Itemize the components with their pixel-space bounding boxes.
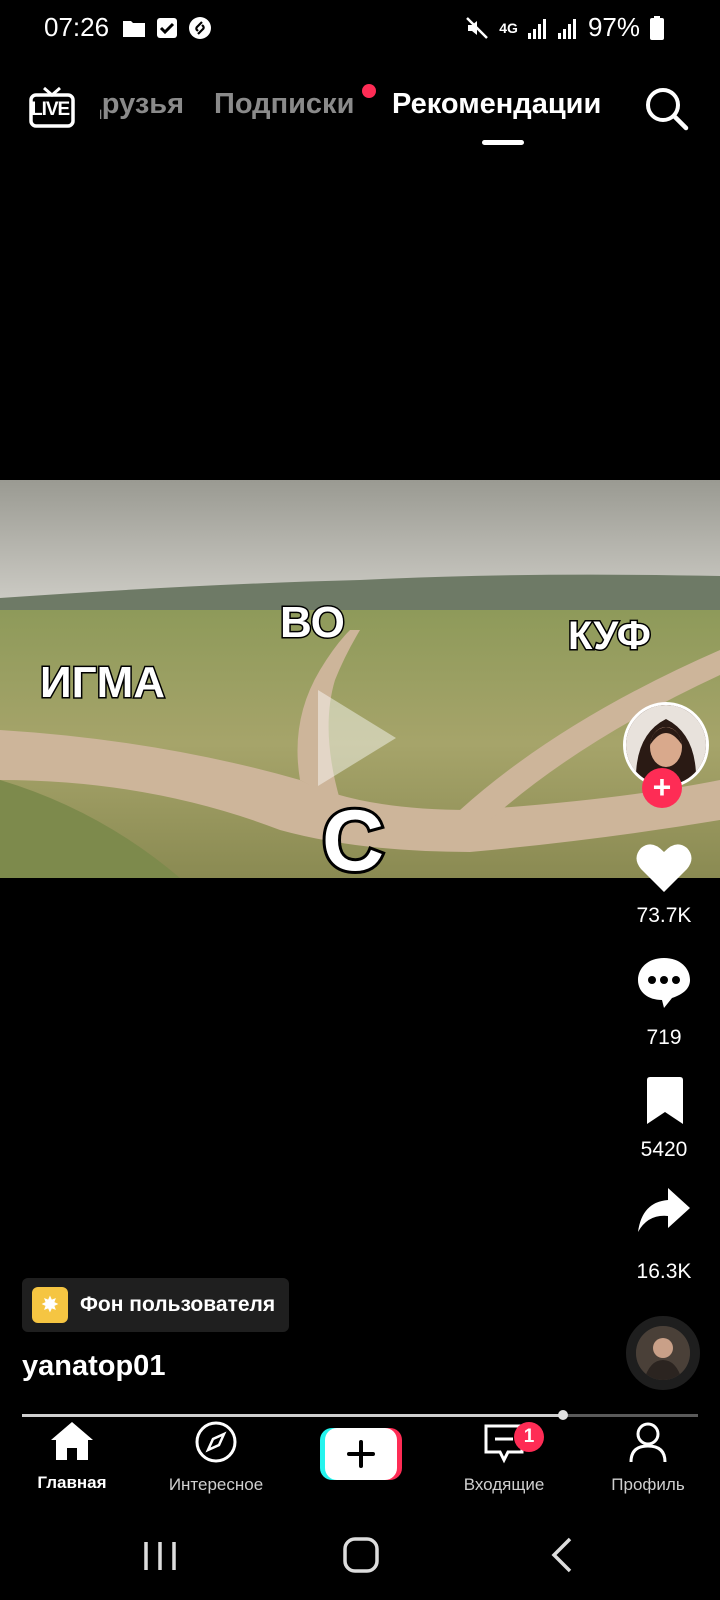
tab-friends[interactable]: Друзья — [100, 88, 184, 121]
live-label: LIVE — [31, 99, 70, 120]
music-disc[interactable] — [626, 1316, 700, 1390]
shares-count: 16.3K — [636, 1260, 692, 1283]
battery-percent: 97% — [587, 12, 640, 42]
folder-icon — [123, 21, 145, 37]
share-icon[interactable] — [636, 1186, 692, 1236]
tab-recommendations[interactable]: Рекомендации — [392, 88, 601, 121]
like-heart-icon[interactable] — [636, 842, 692, 894]
follow-button[interactable]: + — [642, 768, 682, 808]
overlay-word-igma: ИГМА — [39, 657, 167, 709]
overlay-word-vo: ВО — [279, 597, 347, 649]
user-background-label: Фон пользователя — [80, 1293, 276, 1316]
signal-icon — [557, 18, 576, 39]
recents-icon[interactable] — [140, 1540, 180, 1572]
back-icon[interactable] — [550, 1536, 574, 1574]
nav-inbox-label: Входящие — [463, 1475, 545, 1494]
person-icon — [629, 1422, 667, 1463]
inbox-badge: 1 — [514, 1422, 544, 1452]
nav-profile[interactable]: Профиль — [578, 1420, 718, 1495]
video-progress-fill — [22, 1414, 563, 1417]
battery-icon — [650, 15, 664, 40]
sparkle-icon: ✸ — [32, 1287, 68, 1323]
checkbox-icon — [157, 18, 177, 38]
home-circle-icon[interactable] — [342, 1536, 380, 1574]
creator-username[interactable]: yanatop01 — [22, 1350, 165, 1383]
tab-friends-label: Друзья — [100, 88, 184, 120]
active-tab-indicator — [482, 140, 524, 145]
saves-count: 5420 — [640, 1138, 688, 1161]
signal-icon — [527, 18, 546, 39]
bookmark-icon[interactable] — [644, 1076, 686, 1126]
notification-dot — [362, 84, 376, 98]
live-button[interactable]: LIVE — [28, 84, 76, 132]
music-disc-cover — [636, 1326, 690, 1380]
home-icon — [51, 1422, 93, 1460]
compass-icon — [195, 1421, 237, 1463]
nav-inbox[interactable]: Входящие — [434, 1420, 574, 1495]
shazam-icon — [189, 17, 211, 39]
tab-subscriptions[interactable]: Подписки — [214, 88, 354, 121]
overlay-word-kuf: КУФ — [567, 613, 653, 660]
nav-profile-label: Профиль — [611, 1475, 685, 1494]
nav-home-label: Главная — [37, 1473, 107, 1492]
status-left-icons — [122, 16, 212, 40]
status-right: 4G 97% — [465, 12, 664, 43]
nav-discover-label: Интересное — [168, 1475, 264, 1494]
nav-home[interactable]: Главная — [2, 1420, 142, 1493]
status-time: 07:26 — [44, 12, 110, 42]
comment-icon[interactable] — [636, 956, 692, 1010]
create-button[interactable] — [320, 1428, 402, 1480]
likes-count: 73.7K — [636, 904, 692, 927]
video-progress-knob[interactable] — [557, 1410, 568, 1420]
plus-icon — [320, 1428, 402, 1480]
mute-icon — [466, 16, 489, 39]
user-background-chip[interactable]: ✸ Фон пользователя — [22, 1278, 290, 1332]
play-icon[interactable] — [318, 690, 396, 786]
overlay-word-s: С — [319, 790, 387, 892]
search-icon[interactable] — [644, 86, 690, 132]
nav-discover[interactable]: Интересное — [146, 1420, 286, 1495]
comments-count: 719 — [646, 1026, 682, 1049]
network-4g-icon: 4G — [499, 19, 518, 36]
